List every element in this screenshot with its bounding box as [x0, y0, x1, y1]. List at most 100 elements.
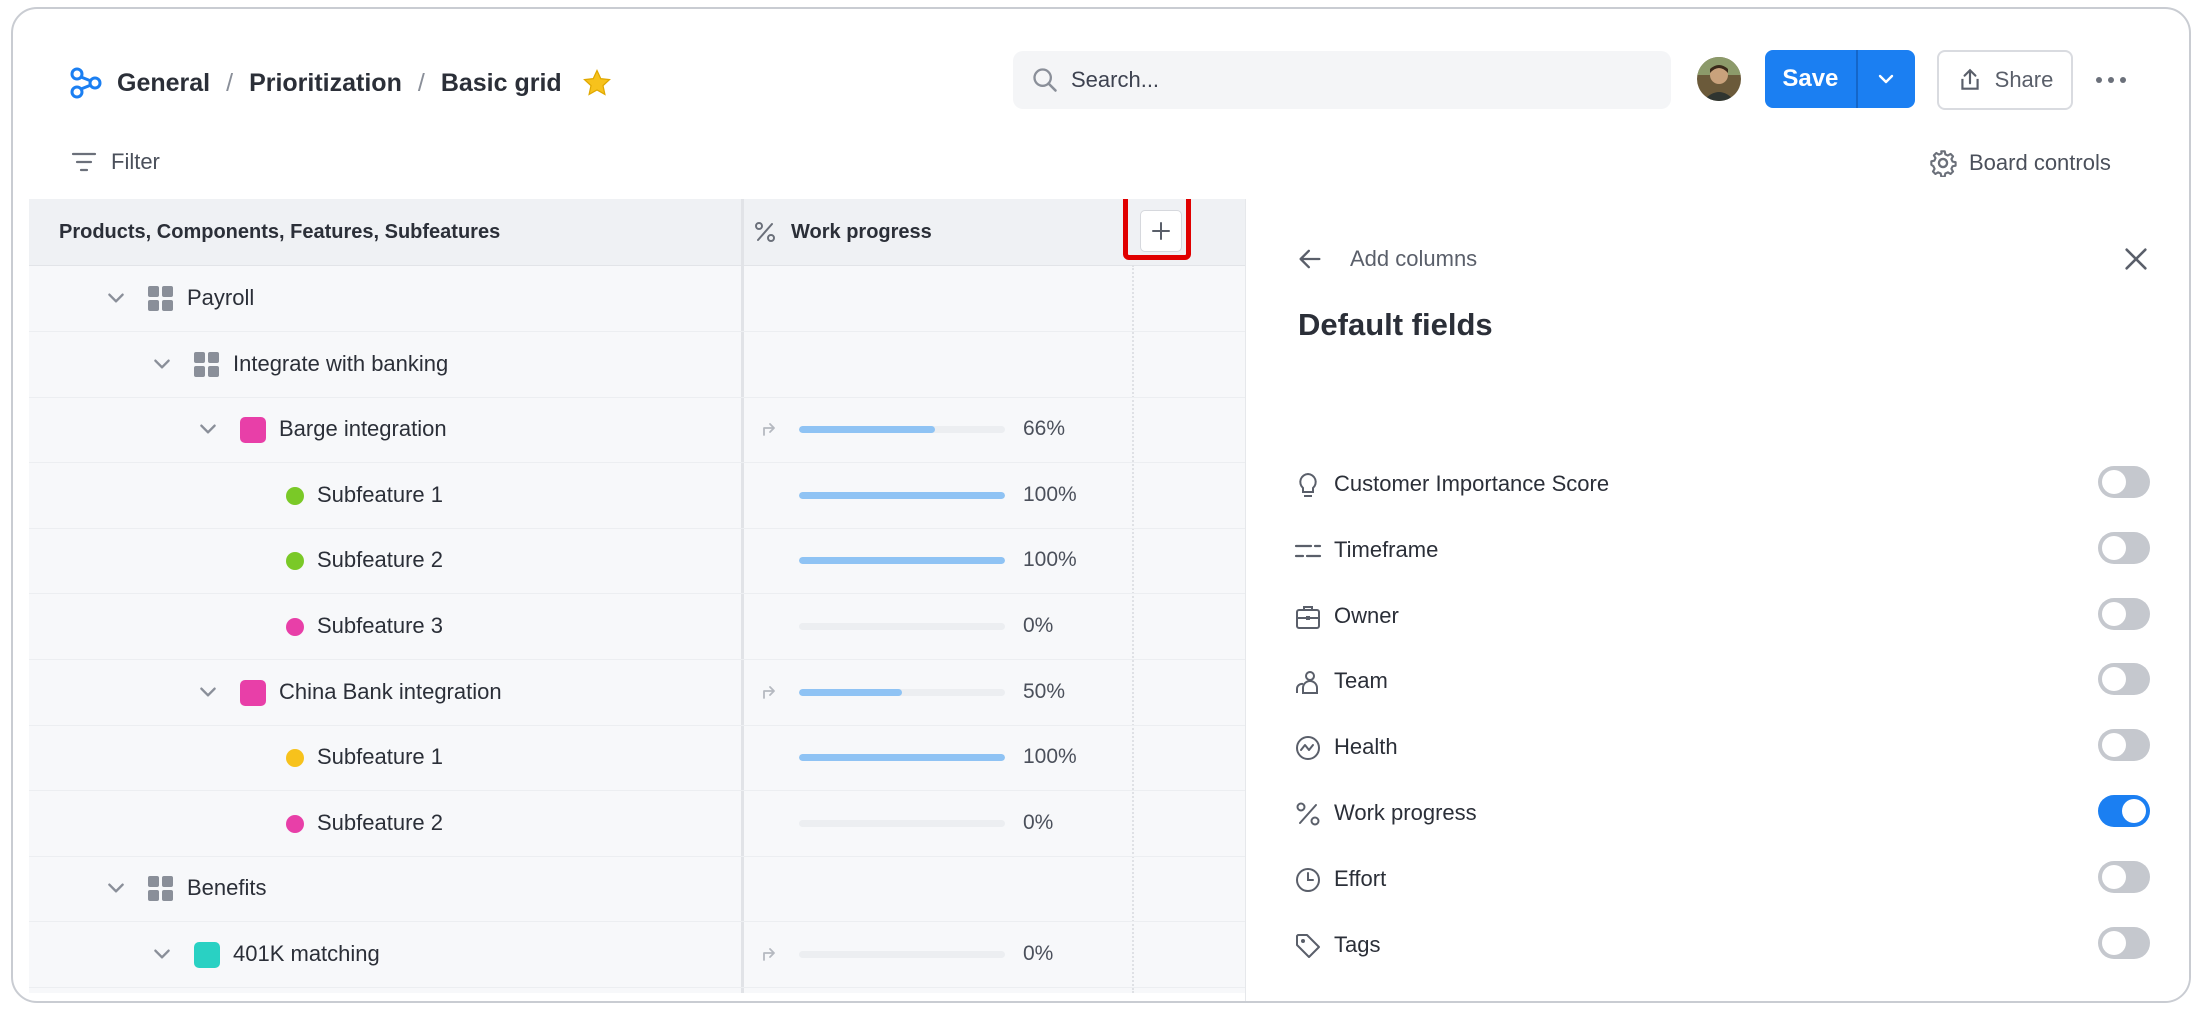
- field-toggle[interactable]: [2098, 466, 2150, 498]
- plus-icon: [1152, 222, 1170, 240]
- field-label: Work progress: [1334, 800, 1477, 825]
- id-badge-icon: [1296, 605, 1320, 629]
- chevron-down-icon[interactable]: [151, 943, 173, 965]
- breadcrumb-prioritization[interactable]: Prioritization: [249, 69, 402, 98]
- row-name[interactable]: Subfeature 1: [317, 724, 443, 790]
- grid-row[interactable]: Subfeature 1 100%: [29, 462, 1245, 529]
- field-label: Owner: [1334, 602, 1399, 628]
- column-header-work-progress[interactable]: Work progress: [753, 199, 932, 265]
- field-label: Timeframe: [1334, 536, 1439, 562]
- row-name[interactable]: Benefits: [187, 855, 267, 921]
- column-header-name[interactable]: Products, Components, Features, Subfeatu…: [59, 199, 500, 265]
- row-name[interactable]: Subfeature 3: [317, 593, 443, 659]
- grid-row[interactable]: Subfeature 1 100%: [29, 724, 1245, 792]
- field-label: Tags: [1334, 931, 1381, 957]
- grid-row[interactable]: 401K matching 0%: [29, 921, 1245, 988]
- grid-row[interactable]: Subfeature 3 0%: [29, 593, 1245, 660]
- search-icon: [1033, 68, 1057, 92]
- tag-icon: [1296, 933, 1320, 958]
- grid-row[interactable]: Benefits: [29, 855, 1245, 923]
- chevron-down-icon[interactable]: [197, 681, 219, 703]
- toggle-knob: [2102, 535, 2126, 560]
- breadcrumb-basic-grid[interactable]: Basic grid: [441, 69, 562, 98]
- chevron-down-icon[interactable]: [151, 353, 173, 375]
- more-dots-icon: [2096, 77, 2126, 83]
- field-toggle[interactable]: [2098, 531, 2150, 564]
- subfeature-icon: [286, 618, 304, 636]
- filter-icon: [71, 152, 97, 172]
- search-box[interactable]: [1013, 51, 1671, 109]
- share-icon: [1960, 68, 1979, 90]
- chevron-down-icon[interactable]: [197, 418, 219, 440]
- add-column-button[interactable]: [1140, 210, 1182, 252]
- share-button[interactable]: Share: [1937, 50, 2073, 110]
- component-icon: [148, 286, 173, 311]
- progress-bar-fill: [799, 557, 1005, 565]
- progress-value: 0%: [1023, 614, 1054, 637]
- save-options-button[interactable]: [1858, 50, 1915, 108]
- avatar[interactable]: [1697, 57, 1741, 101]
- back-arrow-icon[interactable]: [1296, 245, 1324, 273]
- field-toggle[interactable]: [2098, 860, 2150, 893]
- progress-value: 66%: [1023, 417, 1066, 441]
- row-name[interactable]: Integrate with banking: [233, 331, 448, 397]
- row-name[interactable]: Subfeature 2: [317, 527, 443, 593]
- progress-bar-fill: [799, 426, 935, 434]
- row-name[interactable]: Payroll: [187, 265, 254, 331]
- progress-value: 0%: [1023, 942, 1054, 965]
- grid-row[interactable]: Integrate with banking: [29, 331, 1245, 398]
- progress-bar-fill: [799, 491, 1005, 499]
- filter-button[interactable]: Filter: [71, 149, 160, 175]
- save-button[interactable]: Save: [1765, 50, 1858, 108]
- progress-value: 100%: [1023, 745, 1077, 769]
- app-logo-icon[interactable]: [69, 66, 103, 100]
- progress-bar: [799, 754, 1005, 762]
- filter-label: Filter: [111, 149, 160, 174]
- toggle-knob: [2102, 667, 2126, 692]
- chevron-down-icon[interactable]: [105, 877, 127, 899]
- lightbulb-icon: [1299, 472, 1317, 497]
- breadcrumb-separator: /: [417, 68, 425, 97]
- field-toggle[interactable]: [2098, 597, 2150, 630]
- grid-row[interactable]: Barge integration 66%: [29, 396, 1245, 464]
- subfeature-icon: [286, 749, 304, 768]
- rollup-arrow-icon: [763, 685, 775, 699]
- search-input[interactable]: [1069, 66, 1633, 94]
- field-label: Health: [1334, 734, 1398, 760]
- grid-row[interactable]: China Bank integration 50%: [29, 659, 1245, 726]
- grid-row[interactable]: Subfeature 2 0%: [29, 790, 1245, 857]
- board-controls-button[interactable]: Board controls: [1929, 149, 2111, 177]
- row-name[interactable]: 401K matching: [233, 921, 380, 987]
- close-icon[interactable]: [2122, 245, 2150, 273]
- subfeature-icon: [286, 552, 304, 571]
- rollup-arrow-icon: [763, 948, 775, 961]
- grid-header: Products, Components, Features, Subfeatu…: [29, 199, 1245, 266]
- field-row: Timeframe: [1294, 525, 2164, 575]
- field-toggle[interactable]: [2098, 729, 2150, 762]
- breadcrumb-separator: /: [226, 68, 234, 97]
- percent-icon: [1296, 802, 1320, 826]
- feature-icon: [240, 679, 266, 706]
- chevron-down-icon[interactable]: [105, 287, 127, 309]
- field-toggle[interactable]: [2098, 926, 2150, 959]
- row-name[interactable]: China Bank integration: [279, 659, 502, 725]
- field-row: Work progress: [1294, 788, 2164, 838]
- field-toggle[interactable]: [2098, 795, 2150, 827]
- row-name[interactable]: Subfeature 1: [317, 462, 443, 528]
- health-icon: [1296, 736, 1320, 761]
- row-name[interactable]: Barge integration: [279, 396, 447, 462]
- grid-row[interactable]: Payroll: [29, 265, 1245, 332]
- timeframe-icon: [1294, 544, 1322, 557]
- field-row: Effort: [1294, 854, 2164, 904]
- field-row: Owner: [1294, 591, 2164, 641]
- row-name[interactable]: Subfeature 2: [317, 790, 443, 856]
- progress-bar: [799, 426, 1005, 434]
- progress-bar: [799, 491, 1005, 499]
- more-options-button[interactable]: [2093, 65, 2129, 95]
- field-toggle[interactable]: [2098, 663, 2150, 696]
- breadcrumb-general[interactable]: General: [117, 69, 210, 98]
- gear-icon: [1930, 150, 1957, 177]
- star-icon[interactable]: [582, 68, 612, 98]
- section-title: Default fields: [1298, 307, 1493, 342]
- grid-row[interactable]: Subfeature 2 100%: [29, 527, 1245, 595]
